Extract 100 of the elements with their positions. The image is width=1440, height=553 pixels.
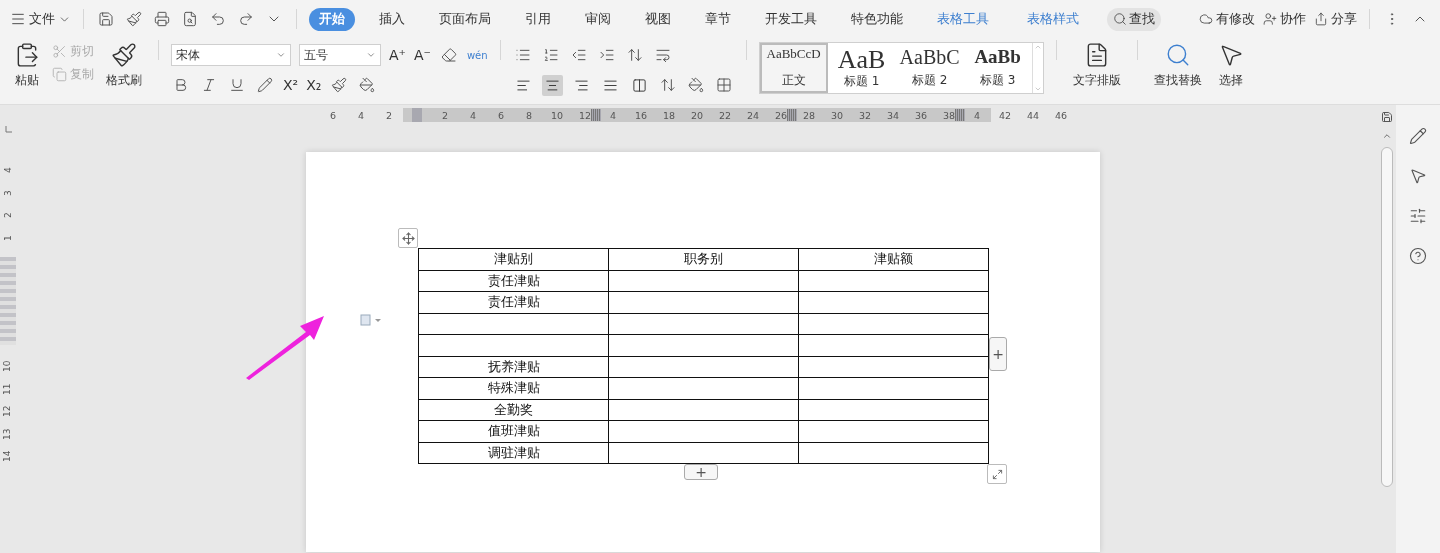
format-painter-button[interactable]: 格式刷	[102, 40, 146, 91]
ruler-number: 28	[802, 109, 816, 121]
brush-icon[interactable]	[124, 9, 144, 29]
share-icon	[1314, 12, 1328, 26]
resize-handle-icon[interactable]	[987, 464, 1007, 484]
find-replace-button[interactable]: 查找替换	[1149, 40, 1206, 91]
table-header: 津贴别	[418, 248, 609, 270]
ruler-number: 11	[2, 383, 14, 395]
chevron-down-icon	[276, 50, 286, 60]
ruler-number: 44	[1026, 109, 1040, 121]
font-size-field[interactable]: 五号	[299, 44, 381, 66]
scroll-down-icon	[1033, 85, 1042, 93]
toolbar-action[interactable]: 有修改	[1199, 10, 1255, 28]
ruler-number: 8	[525, 109, 532, 121]
search-button[interactable]: 查找	[1107, 7, 1161, 31]
ribbon-tab[interactable]: 特色功能	[841, 7, 913, 31]
indent-marker[interactable]	[412, 108, 422, 122]
ruler-number: 24	[746, 109, 760, 121]
style-preset[interactable]: AaBbCcD 正文	[759, 43, 828, 93]
add-row-button[interactable]: +	[684, 464, 718, 480]
ruler-number: 6	[497, 109, 504, 121]
scissors-icon	[52, 44, 67, 59]
align-icon[interactable]	[541, 74, 563, 96]
ruler-number: 4	[973, 109, 980, 121]
toolbar-action[interactable]: 分享	[1314, 10, 1357, 28]
ruler-number: 30	[830, 109, 844, 121]
ribbon-tab[interactable]: 插入	[369, 7, 415, 31]
ruler-number: 3	[2, 189, 14, 196]
ruler-number: 46	[1054, 109, 1068, 121]
ruler-number: 12	[2, 405, 14, 417]
file-menu[interactable]: 文件	[10, 10, 71, 28]
ribbon-tab[interactable]: 开发工具	[755, 7, 827, 31]
ruler-number: 4	[357, 109, 364, 121]
ribbon-tab[interactable]: 章节	[695, 7, 741, 31]
ruler-number: 6	[329, 109, 336, 121]
grow-font-button[interactable]: A⁺	[389, 47, 406, 63]
save-icon[interactable]	[96, 9, 116, 29]
subscript-button[interactable]: X₂	[306, 77, 322, 93]
shrink-font-button[interactable]: A⁻	[413, 47, 431, 63]
user-plus-icon	[1263, 12, 1277, 26]
ribbon-tab[interactable]: 表格工具	[927, 7, 999, 31]
chevron-down-icon	[366, 50, 376, 60]
ribbon-tab[interactable]: 审阅	[575, 7, 621, 31]
column-marker[interactable]	[955, 109, 965, 121]
paste-button[interactable]: 粘贴	[10, 40, 44, 91]
table-cell: 全勤奖	[418, 399, 609, 421]
column-marker[interactable]	[591, 109, 601, 121]
column-marker[interactable]	[787, 109, 797, 121]
scroll-up-icon	[1033, 43, 1042, 51]
ruler-number: 26	[774, 109, 788, 121]
save-icon[interactable]	[1379, 109, 1395, 125]
ruler-number: 2	[2, 212, 14, 219]
move-handle-icon[interactable]	[398, 228, 418, 248]
ruler-number: 36	[914, 109, 928, 121]
ruler-number: 42	[998, 109, 1012, 121]
ruler-number: 14	[2, 450, 14, 462]
ruler-number: 22	[718, 109, 732, 121]
ruler-number: 16	[634, 109, 648, 121]
select-button[interactable]: 选择	[1213, 40, 1248, 91]
font-name-field[interactable]: 宋体	[171, 44, 291, 66]
ruler-number: 32	[858, 109, 872, 121]
ruler-number: 4	[609, 109, 616, 121]
superscript-button[interactable]: X²	[283, 77, 299, 93]
add-column-button[interactable]: +	[989, 337, 1007, 371]
ribbon-tab[interactable]: 表格样式	[1017, 7, 1089, 31]
brush-icon	[111, 42, 137, 68]
ribbon-tab[interactable]: 视图	[635, 7, 681, 31]
paste-options-icon[interactable]	[360, 314, 382, 326]
ruler-number: 1	[2, 234, 14, 241]
table-cell: 特殊津贴	[418, 377, 609, 399]
ruler-number: 20	[690, 109, 704, 121]
phonetic-guide-button[interactable]: wén	[466, 49, 488, 61]
ribbon-tab[interactable]: 引用	[515, 7, 561, 31]
menu-icon	[10, 11, 26, 27]
ruler-number: 10	[2, 360, 14, 372]
ruler-number: 4	[469, 109, 476, 121]
help-icon[interactable]	[1407, 245, 1429, 267]
table-cell: 值班津贴	[418, 420, 609, 442]
ribbon-tab[interactable]: 页面布局	[429, 7, 501, 31]
print-icon[interactable]	[152, 9, 172, 29]
pen-icon[interactable]	[1407, 125, 1429, 147]
copy-icon	[52, 67, 67, 82]
scrollbar-thumb[interactable]	[1381, 147, 1393, 487]
ruler-number: 10	[550, 109, 564, 121]
search-icon	[1113, 12, 1127, 26]
ruler-number: 12	[578, 109, 592, 121]
table-cell: 责任津贴	[418, 291, 609, 313]
cloud-icon	[1199, 12, 1213, 26]
ruler-number: 2	[385, 109, 392, 121]
ruler-number: 34	[886, 109, 900, 121]
table-header: 津贴额	[798, 248, 989, 270]
table-cell: 调驻津贴	[418, 442, 609, 464]
table-cell: 责任津贴	[418, 270, 609, 292]
table-cell: 抚养津贴	[418, 356, 609, 378]
toolbar-action[interactable]: 协作	[1263, 10, 1306, 28]
ruler-number: 13	[2, 428, 14, 440]
text-layout-button[interactable]: 文字排版	[1068, 40, 1125, 91]
ruler-number: 18	[662, 109, 676, 121]
ruler-number: 4	[2, 167, 14, 174]
table-header: 职务别	[608, 248, 799, 270]
